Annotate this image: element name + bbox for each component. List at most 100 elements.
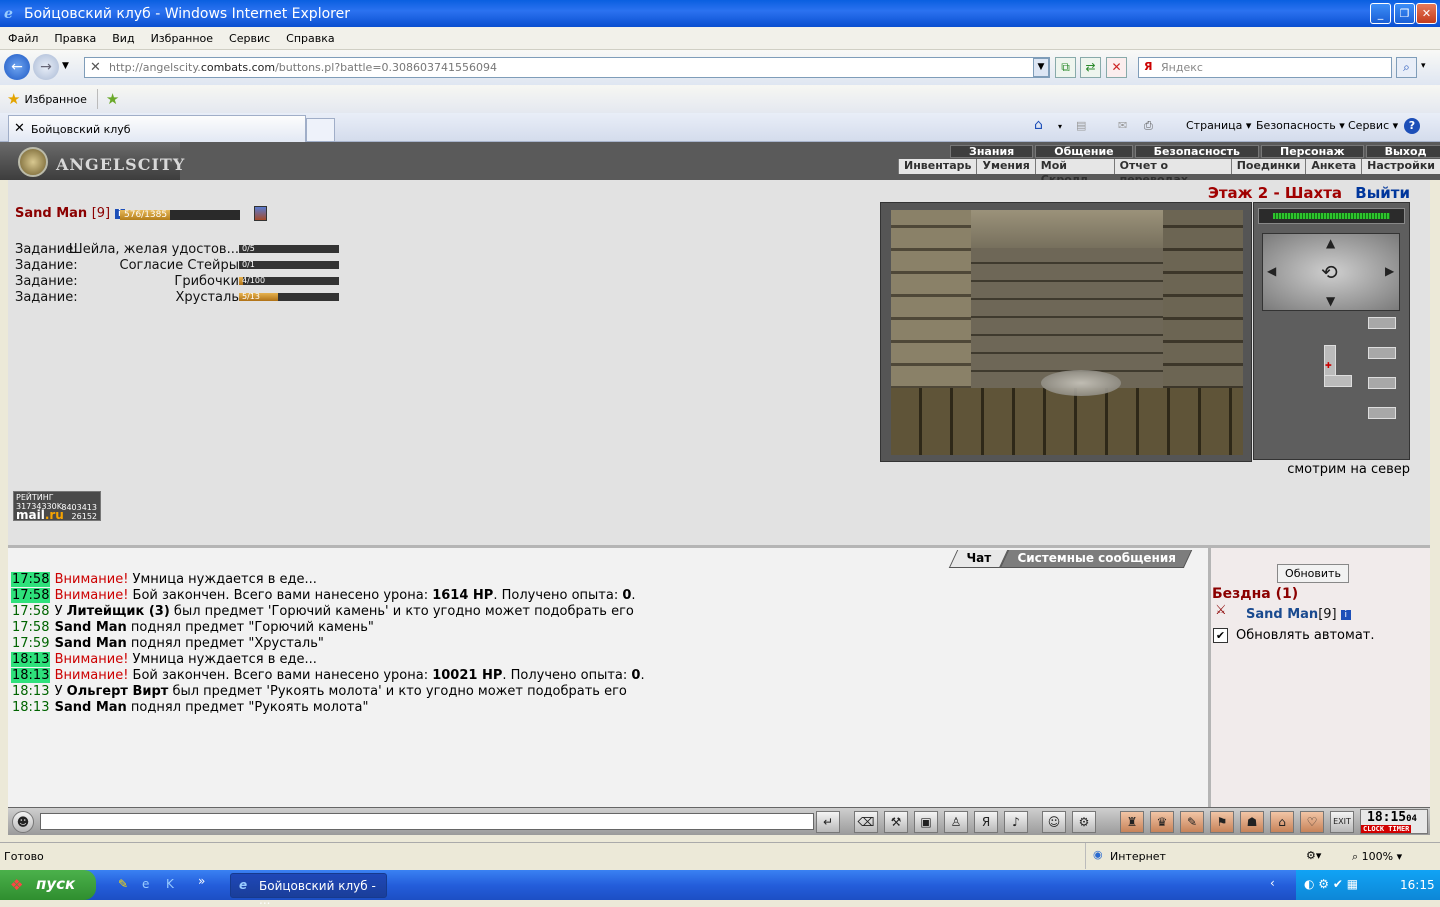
- tab-system-messages[interactable]: Системные сообщения: [999, 550, 1193, 568]
- menu-exit[interactable]: Выход: [1365, 145, 1440, 158]
- tray-expand-icon[interactable]: ‹: [1270, 876, 1275, 890]
- chat-time[interactable]: 18:13: [11, 700, 50, 715]
- save-icon[interactable]: ▣: [914, 811, 938, 833]
- protected-mode-icon[interactable]: ⚙▾: [1306, 849, 1321, 862]
- chat-time[interactable]: 17:58: [11, 620, 50, 635]
- item-on-floor[interactable]: [1041, 370, 1121, 396]
- refresh-view-icon[interactable]: ⟲: [1321, 260, 1338, 284]
- quicklaunch-icon[interactable]: K: [166, 877, 174, 891]
- search-icon[interactable]: ⌕: [1396, 57, 1417, 78]
- menu-social[interactable]: Общение: [1035, 145, 1133, 158]
- clan-button-icon[interactable]: ♛: [1150, 811, 1174, 833]
- new-tab-button[interactable]: [306, 118, 335, 142]
- move-forward-icon[interactable]: ▲: [1326, 236, 1335, 250]
- print-icon[interactable]: ⎙: [1144, 119, 1153, 133]
- helmet-icon[interactable]: ☗: [1240, 811, 1264, 833]
- close-button[interactable]: ✕: [1416, 3, 1437, 24]
- tray-icons[interactable]: ◐ ⚙ ✔ ▦: [1304, 877, 1358, 891]
- minimize-button[interactable]: _: [1370, 3, 1391, 24]
- help-icon[interactable]: ?: [1404, 118, 1420, 134]
- character-name[interactable]: Sand Man [9] i: [15, 206, 125, 221]
- chat-time[interactable]: 18:13: [11, 652, 51, 667]
- sound-icon[interactable]: ♪: [1004, 811, 1028, 833]
- chat-time[interactable]: 17:58: [11, 572, 51, 587]
- translit-icon[interactable]: Я: [974, 811, 998, 833]
- chat-time[interactable]: 17:58: [11, 604, 50, 619]
- send-icon[interactable]: ↵: [816, 811, 840, 833]
- taskbar-item[interactable]: e Бойцовский клуб - ...: [230, 873, 387, 907]
- scroll-icon[interactable]: ✎: [1180, 811, 1204, 833]
- map-icon[interactable]: ⚑: [1210, 811, 1234, 833]
- menu-fights[interactable]: Поединки: [1230, 159, 1306, 174]
- menu-help[interactable]: Справка: [278, 32, 342, 45]
- menu-skills[interactable]: Умения: [976, 159, 1034, 174]
- refresh-button[interactable]: Обновить: [1277, 564, 1349, 583]
- exit-icon[interactable]: EXIT: [1330, 811, 1354, 833]
- quest-name[interactable]: Хрусталь: [175, 290, 239, 305]
- chat-mode-icon[interactable]: ☻: [12, 811, 34, 833]
- menu-file[interactable]: Файл: [0, 32, 46, 45]
- friends-icon[interactable]: ♡: [1300, 811, 1324, 833]
- zoom-control[interactable]: ⌕ 100% ▾: [1352, 850, 1402, 864]
- menu-favorites[interactable]: Избранное: [143, 32, 221, 45]
- chat-nick[interactable]: Литейщик (3): [67, 604, 170, 619]
- chat-time[interactable]: 18:13: [11, 684, 50, 699]
- feeds-icon[interactable]: ▤: [1076, 119, 1086, 132]
- start-button[interactable]: ❖ пуск: [0, 870, 96, 900]
- address-dropdown-icon[interactable]: ▼: [1033, 58, 1049, 77]
- chat-nick[interactable]: Sand Man: [55, 620, 127, 635]
- menu-edit[interactable]: Правка: [46, 32, 104, 45]
- menu-inventory[interactable]: Инвентарь: [898, 159, 976, 174]
- quicklaunch-more-icon[interactable]: »: [198, 874, 205, 888]
- chat-time[interactable]: 18:13: [11, 668, 51, 683]
- search-options-icon[interactable]: ▾: [1421, 61, 1426, 71]
- menu-security[interactable]: Безопасность: [1134, 145, 1259, 158]
- turn-left-icon[interactable]: ◀: [1267, 264, 1276, 278]
- menu-tools[interactable]: Сервис: [221, 32, 278, 45]
- menu-view[interactable]: Вид: [104, 32, 142, 45]
- dungeon-view[interactable]: [880, 202, 1252, 462]
- auto-refresh[interactable]: ✔ Обновлять автомат.: [1213, 628, 1375, 643]
- info-icon[interactable]: i: [1340, 609, 1351, 620]
- hammer-icon[interactable]: ⚒: [884, 811, 908, 833]
- room-user[interactable]: Sand Man[9] i: [1246, 607, 1351, 622]
- clock[interactable]: 18:1504 CLOCK TIMER: [1360, 809, 1428, 834]
- move-back-icon[interactable]: ▼: [1326, 294, 1335, 308]
- tray-clock[interactable]: 16:15: [1400, 878, 1435, 892]
- tab-chat[interactable]: Чат: [948, 550, 1008, 568]
- bag-icon[interactable]: ♜: [1120, 811, 1144, 833]
- search-input[interactable]: Я Яндекс: [1138, 57, 1392, 78]
- menu-scroll[interactable]: Мой Скролл: [1034, 159, 1114, 186]
- history-dropdown-icon[interactable]: ▼: [62, 61, 69, 71]
- maximize-button[interactable]: ❐: [1394, 3, 1415, 24]
- home-icon[interactable]: ⌂: [1034, 117, 1043, 133]
- tab-active[interactable]: ✕ Бойцовский клуб: [8, 115, 306, 142]
- service-menu[interactable]: Сервис ▾: [1348, 119, 1398, 132]
- rating-counter[interactable]: РЕЙТИНГ 31734330K mail.ru 8403413 26152: [13, 491, 101, 521]
- menu-profile[interactable]: Анкета: [1305, 159, 1361, 174]
- mail-icon[interactable]: ✉: [1118, 119, 1127, 132]
- safety-menu[interactable]: Безопасность ▾: [1256, 119, 1345, 132]
- quest-name[interactable]: Шейла, желая удостов...: [69, 242, 239, 257]
- quest-name[interactable]: Согласие Стейры: [120, 258, 239, 273]
- exit-link[interactable]: Выйти: [1355, 184, 1410, 202]
- quest-name[interactable]: Грибочки: [174, 274, 239, 289]
- auto-refresh-checkbox[interactable]: ✔: [1213, 628, 1228, 643]
- page-menu[interactable]: Страница ▾: [1186, 119, 1251, 132]
- chat-nick[interactable]: Sand Man: [55, 700, 127, 715]
- back-button[interactable]: ←: [4, 54, 30, 80]
- favorites-button[interactable]: Избранное: [24, 93, 86, 106]
- menu-transfers[interactable]: Отчет о переводах: [1113, 159, 1231, 186]
- quicklaunch-icon[interactable]: ✎: [118, 877, 128, 891]
- home-dropdown-icon[interactable]: ▾: [1058, 122, 1062, 131]
- figure-icon[interactable]: ♙: [944, 811, 968, 833]
- chat-nick[interactable]: Sand Man: [55, 636, 127, 651]
- add-favorite-icon[interactable]: ★: [106, 90, 119, 108]
- fight-icon[interactable]: ⚔: [1215, 603, 1235, 619]
- house-icon[interactable]: ⌂: [1270, 811, 1294, 833]
- clear-icon[interactable]: ⌫: [854, 811, 878, 833]
- quicklaunch-ie-icon[interactable]: e: [142, 877, 149, 891]
- turn-right-icon[interactable]: ▶: [1385, 264, 1394, 278]
- forward-button[interactable]: →: [33, 54, 59, 80]
- menu-character[interactable]: Персонаж: [1261, 145, 1364, 158]
